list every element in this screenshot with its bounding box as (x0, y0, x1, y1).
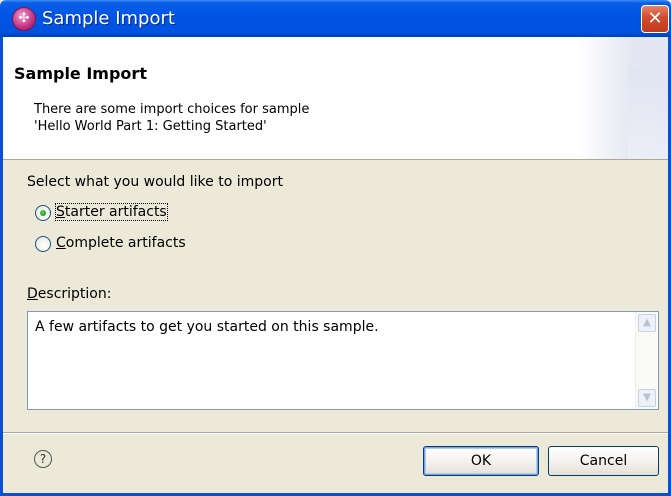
header-banner: Sample Import There are some import choi… (3, 37, 668, 160)
description-scrollbar[interactable]: ▲ ▼ (635, 312, 658, 409)
title-bar[interactable]: ✣ Sample Import ✕ (0, 0, 671, 37)
sample-import-icon: ✣ (12, 7, 36, 31)
scroll-up-button[interactable]: ▲ (638, 314, 656, 332)
banner-description-line-2: 'Hello World Part 1: Getting Started' (34, 119, 267, 134)
banner-description: There are some import choices for sample… (34, 101, 534, 135)
import-choice-prompt: Select what you would like to import (27, 174, 283, 190)
scroll-down-icon: ▼ (643, 392, 651, 403)
close-icon: ✕ (647, 8, 663, 29)
ok-button[interactable]: OK (423, 446, 539, 476)
help-button[interactable]: ? (34, 450, 52, 468)
complete-artifacts-radio[interactable] (35, 236, 51, 252)
description-text: A few artifacts to get you started on th… (35, 319, 379, 335)
banner-description-line-1: There are some import choices for sample (34, 102, 310, 117)
help-icon: ? (39, 452, 47, 466)
complete-artifacts-label[interactable]: Complete artifacts (56, 235, 186, 251)
sample-import-dialog: ✣ Sample Import ✕ Sample Import There ar… (0, 0, 671, 496)
footer-separator (3, 432, 668, 434)
banner-decoration-accent (628, 67, 668, 159)
starter-artifacts-radio[interactable] (35, 205, 51, 221)
description-label: Description: (27, 286, 112, 302)
scroll-down-button[interactable]: ▼ (638, 389, 656, 407)
radio-selected-dot (40, 210, 46, 216)
starter-artifacts-label[interactable]: Starter artifacts (55, 203, 168, 221)
banner-title: Sample Import (14, 64, 147, 83)
scroll-up-icon: ▲ (643, 317, 651, 328)
complete-artifacts-option[interactable]: Complete artifacts (35, 234, 205, 256)
description-textarea[interactable]: A few artifacts to get you started on th… (27, 311, 659, 410)
window-title: Sample Import (42, 8, 175, 29)
close-button[interactable]: ✕ (641, 5, 669, 33)
cancel-button[interactable]: Cancel (548, 446, 659, 476)
starter-artifacts-option[interactable]: Starter artifacts (35, 203, 195, 225)
